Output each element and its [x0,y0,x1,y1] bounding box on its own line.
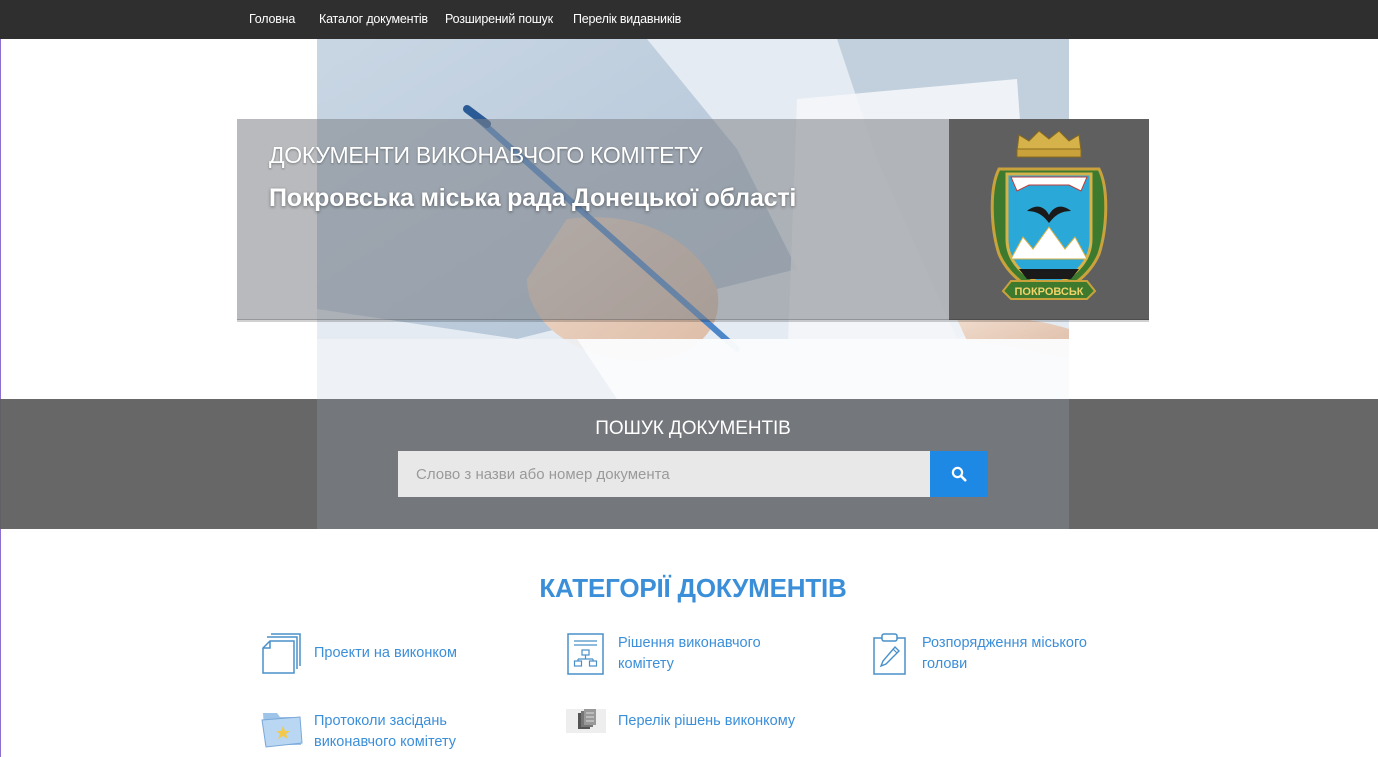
structure-document-icon [567,633,604,675]
hero-logo-panel: ПОКРОВСЬК [949,119,1149,320]
search-heading: ПОШУК ДОКУМЕНТІВ [595,418,791,439]
categories-heading: КАТЕГОРІЇ ДОКУМЕНТІВ [539,573,847,603]
nav-link-catalog[interactable]: Каталог документів [319,12,428,26]
category-label: Протоколи засідань виконавчого комітету [314,713,457,750]
nav-link-home[interactable]: Головна [249,12,295,26]
hero-kicker: ДОКУМЕНТИ ВИКОНАВЧОГО КОМІТЕТУ [269,142,703,168]
category-label: Рішення виконавчого комітету [618,635,761,672]
documents-stack-icon [262,633,301,674]
star-folder-icon [261,713,303,748]
coat-of-arms-caption: ПОКРОВСЬК [1014,286,1083,298]
category-label: Проекти на виконком [314,645,457,661]
category-mayor-orders[interactable]: Розпорядження міського голови [871,633,1121,677]
page-title: Покровська міська рада Донецької області [269,184,797,212]
clipboard-pen-icon [873,633,906,675]
search-button[interactable] [930,451,988,497]
category-decisions-list[interactable]: Перелік рішень виконкому [566,709,826,735]
category-projects[interactable]: Проекти на виконком [261,633,501,677]
hero-panel-shadow [237,319,1149,322]
nav-link-advanced-search[interactable]: Розширений пошук [445,12,553,26]
category-protocols[interactable]: Протоколи засідань виконавчого комітету [261,709,501,753]
file-cabinet-icon [566,709,606,733]
search-input[interactable] [398,451,930,497]
page-left-border [0,39,1,757]
category-committee-decisions[interactable]: Рішення виконавчого комітету [566,633,806,677]
category-label: Розпорядження міського голови [922,635,1087,672]
nav-link-publishers[interactable]: Перелік видавників [573,12,681,26]
coat-of-arms-icon: ПОКРОВСЬК [990,130,1108,300]
top-navigation: Головна Каталог документів Розширений по… [0,0,1378,39]
category-label: Перелік рішень виконкому [618,713,796,729]
search-icon [951,466,967,482]
